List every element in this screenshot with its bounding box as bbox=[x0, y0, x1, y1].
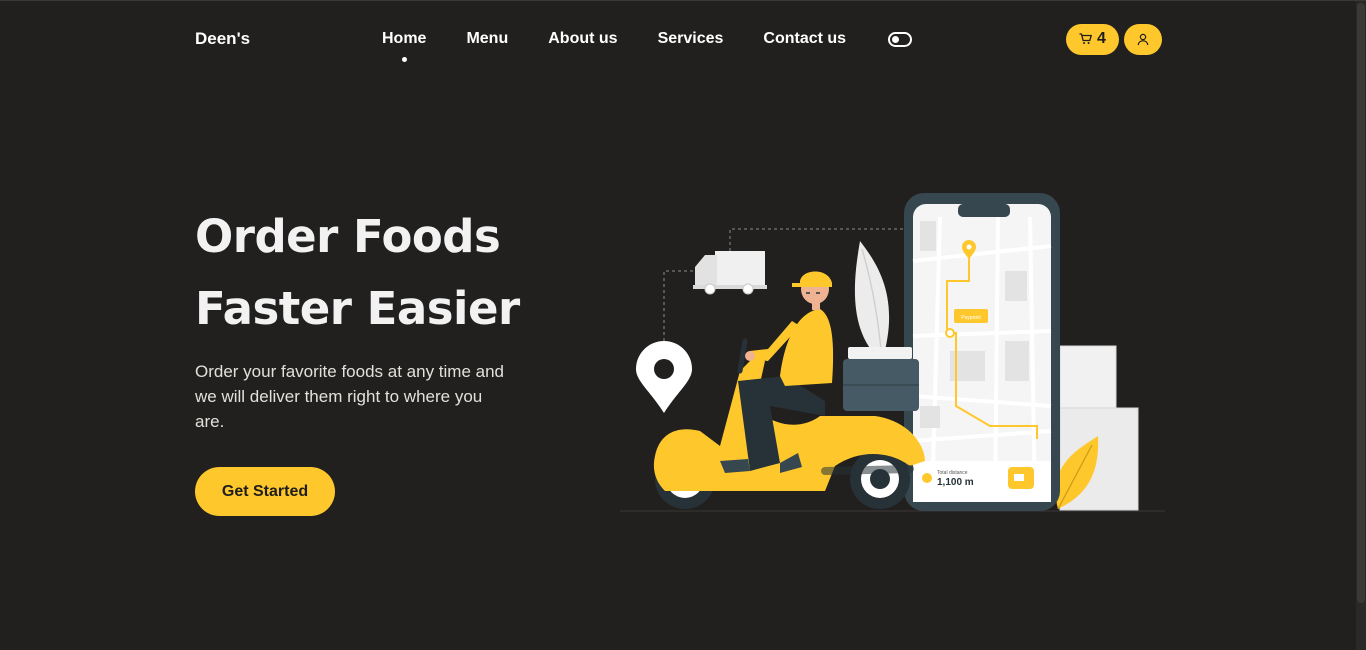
header-actions: 4 bbox=[1066, 23, 1162, 55]
nav-item-about-us[interactable]: About us bbox=[548, 30, 617, 48]
hero-title-line2: Faster Easier bbox=[195, 282, 520, 335]
hero-section: Order Foods Faster Easier Order your fav… bbox=[195, 201, 535, 516]
distance-value: 1,100 m bbox=[937, 477, 974, 488]
hero-title-line1: Order Foods bbox=[195, 210, 501, 263]
hero-description: Order your favorite foods at any time an… bbox=[195, 362, 504, 431]
map-tag: Paypoint bbox=[961, 315, 981, 321]
plant-icon bbox=[854, 241, 890, 362]
nav-item-services[interactable]: Services bbox=[658, 30, 724, 48]
cart-count: 4 bbox=[1097, 30, 1106, 47]
nav-item-contact-us[interactable]: Contact us bbox=[763, 30, 846, 48]
distance-label: Total distance bbox=[937, 470, 968, 476]
delivery-illustration: Paypoint Total distance 1,100 m bbox=[620, 193, 1165, 512]
cart-button[interactable]: 4 bbox=[1066, 23, 1119, 55]
theme-toggle[interactable] bbox=[888, 31, 913, 47]
nav-item-menu[interactable]: Menu bbox=[466, 30, 508, 48]
phone-map-icon: Paypoint Total distance 1,100 m bbox=[904, 193, 1060, 511]
nav-item-home[interactable]: Home bbox=[382, 30, 426, 62]
brand-logo[interactable]: Deen's bbox=[195, 29, 382, 49]
site-header: Deen's Home Menu About us Services Conta… bbox=[195, 21, 1162, 62]
hero-title: Order Foods Faster Easier bbox=[195, 201, 535, 345]
user-icon bbox=[1137, 33, 1149, 45]
truck-icon bbox=[693, 251, 767, 295]
user-button[interactable] bbox=[1124, 23, 1162, 55]
main-nav: Home Menu About us Services Contact us bbox=[382, 30, 913, 62]
location-pin-icon bbox=[636, 341, 692, 413]
get-started-button[interactable]: Get Started bbox=[195, 467, 335, 516]
cart-icon bbox=[1079, 33, 1092, 44]
scrollbar[interactable] bbox=[1356, 1, 1366, 650]
scrollbar-thumb[interactable] bbox=[1357, 3, 1365, 603]
